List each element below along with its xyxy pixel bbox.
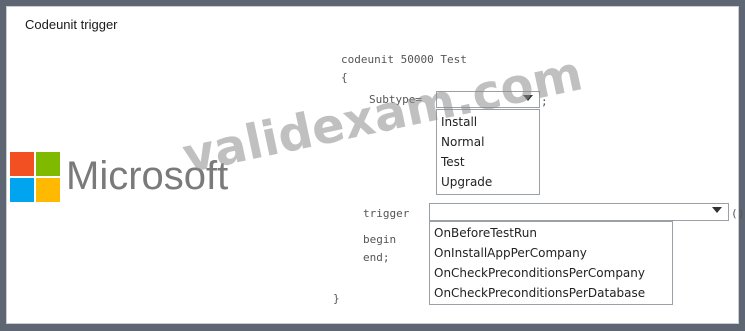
subtype-option-test[interactable]: Test bbox=[437, 152, 539, 172]
trigger-keyword: trigger bbox=[363, 207, 410, 220]
close-brace: } bbox=[333, 292, 340, 305]
logo-square-red bbox=[10, 152, 34, 176]
subtype-option-normal[interactable]: Normal bbox=[437, 132, 539, 152]
logo-square-blue bbox=[10, 178, 34, 202]
begin-keyword: begin bbox=[363, 233, 397, 246]
microsoft-logo-icon bbox=[10, 152, 60, 202]
trigger-option-oncheckpreconditionsperdatabase[interactable]: OnCheckPreconditionsPerDatabase bbox=[430, 283, 672, 303]
chevron-down-icon[interactable] bbox=[712, 207, 722, 213]
trigger-option-oncheckpreconditionspercompany[interactable]: OnCheckPreconditionsPerCompany bbox=[430, 263, 672, 283]
trigger-dropdown[interactable] bbox=[429, 203, 729, 221]
panel-title: Codeunit trigger bbox=[25, 17, 118, 32]
trigger-options-list: OnBeforeTestRun OnInstallAppPerCompany O… bbox=[429, 221, 673, 305]
codeunit-header: codeunit 50000 Test bbox=[341, 53, 467, 66]
logo-square-yellow bbox=[36, 178, 60, 202]
end-keyword: end; bbox=[363, 251, 390, 264]
open-brace: { bbox=[341, 71, 348, 84]
trigger-option-onbeforetestrun[interactable]: OnBeforeTestRun bbox=[430, 223, 672, 243]
subtype-option-upgrade[interactable]: Upgrade bbox=[437, 172, 539, 192]
logo-square-green bbox=[36, 152, 60, 176]
trigger-parentheses: () bbox=[731, 207, 745, 220]
trigger-option-oninstallapppercompany[interactable]: OnInstallAppPerCompany bbox=[430, 243, 672, 263]
